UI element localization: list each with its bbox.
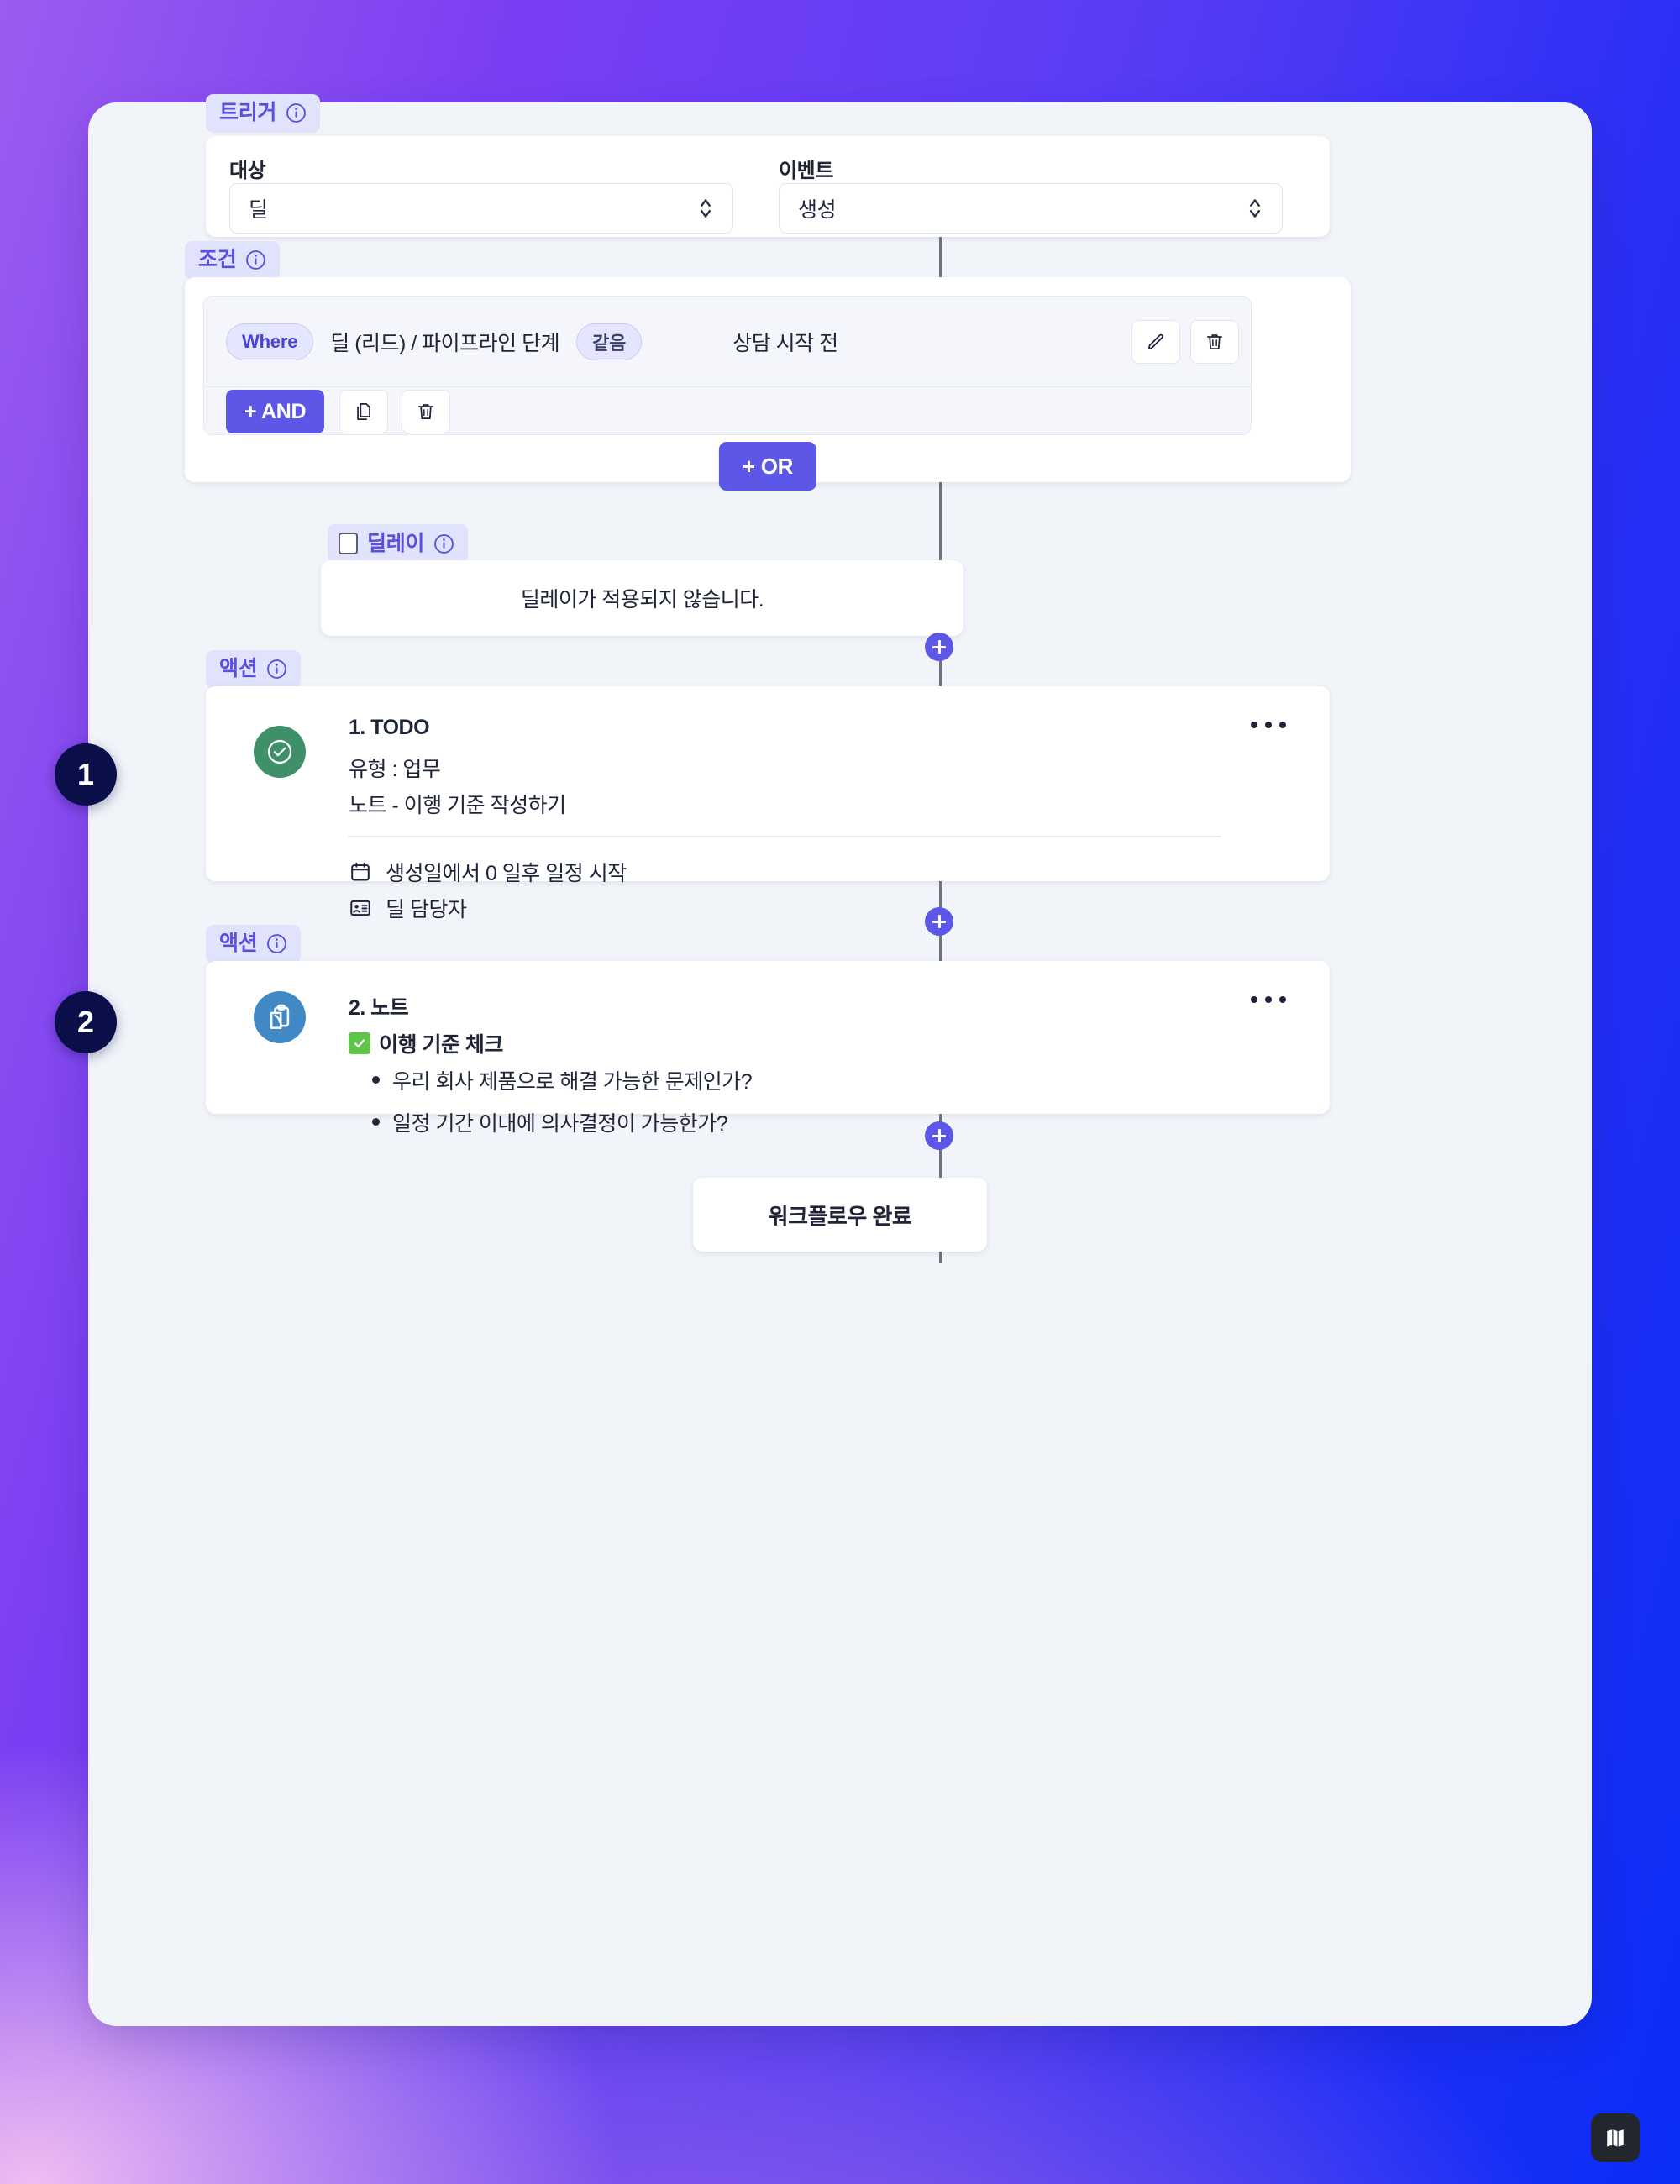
info-icon[interactable] bbox=[266, 933, 287, 954]
action-card-2: 2. 노트 이행 기준 체크 우리 회사 제품으로 해결 가능한 문제인가? 일… bbox=[206, 961, 1330, 1136]
pencil-icon bbox=[1148, 333, 1163, 349]
action-2-title: 2. 노트 bbox=[349, 996, 409, 1020]
delay-checkbox[interactable] bbox=[339, 533, 358, 554]
add-step-button-1[interactable] bbox=[925, 633, 953, 661]
section-label-delay: 딜레이 bbox=[328, 524, 469, 564]
check-circle-icon bbox=[254, 726, 306, 778]
event-select[interactable]: 생성 bbox=[779, 183, 1283, 234]
info-icon[interactable] bbox=[433, 533, 454, 554]
clipboard-glyph bbox=[270, 1004, 290, 1029]
condition-group: Where 딜 (리드) / 파이프라인 단계 같음 상담 시작 전 + AND bbox=[203, 296, 1252, 435]
info-icon[interactable] bbox=[286, 102, 307, 123]
condition-row: Where 딜 (리드) / 파이프라인 단계 같음 상담 시작 전 bbox=[204, 297, 1251, 387]
info-icon[interactable] bbox=[245, 249, 266, 270]
action-1-meta-owner: 딜 담당자 bbox=[349, 893, 467, 923]
action-1-note-line: 노트 - 이행 기준 작성하기 bbox=[349, 794, 566, 817]
copy-icon bbox=[357, 403, 371, 420]
more-dot bbox=[1251, 722, 1257, 728]
delay-message-card: 딜레이가 적용되지 않습니다. bbox=[321, 560, 963, 636]
trash-icon bbox=[418, 404, 434, 419]
section-label-condition: 조건 bbox=[185, 241, 281, 280]
section-label-action-1: 액션 bbox=[206, 650, 302, 689]
add-and-button[interactable]: + AND bbox=[226, 390, 325, 433]
more-dot bbox=[1265, 722, 1272, 728]
copy-group-button[interactable] bbox=[339, 390, 389, 433]
action-2-note-heading: 이행 기준 체크 bbox=[349, 1028, 503, 1058]
action-1-type-line: 유형 : 업무 bbox=[349, 758, 441, 781]
book-widget-button[interactable] bbox=[1591, 2113, 1640, 2162]
calendar-icon bbox=[351, 862, 370, 881]
action-1-divider bbox=[349, 836, 1221, 837]
action-1-meta-owner-text: 딜 담당자 bbox=[386, 898, 467, 921]
chevron-updown-icon bbox=[700, 199, 711, 218]
info-icon[interactable] bbox=[266, 659, 287, 680]
clipboard-icon bbox=[254, 991, 306, 1043]
workflow-complete-label: 워크플로우 완료 bbox=[768, 1203, 912, 1229]
action-2-menu-button[interactable] bbox=[1251, 996, 1286, 1003]
section-label-trigger: 트리거 bbox=[206, 94, 321, 133]
condition-value-text: 상담 시작 전 bbox=[732, 332, 838, 355]
white-check-mark-icon bbox=[349, 1032, 370, 1054]
more-dot bbox=[1279, 722, 1286, 728]
where-chip: Where bbox=[226, 323, 314, 360]
check-circle-glyph bbox=[267, 739, 292, 764]
action-2-note-heading-text: 이행 기준 체크 bbox=[379, 1033, 503, 1057]
event-select-value: 생성 bbox=[798, 198, 837, 222]
trigger-card: 대상 딜 이벤트 생성 bbox=[206, 136, 1330, 237]
action-1-menu-button[interactable] bbox=[1251, 722, 1286, 728]
target-select-value: 딜 bbox=[249, 198, 268, 222]
more-dot bbox=[1251, 996, 1257, 1003]
action-1-meta-schedule-text: 생성일에서 0 일후 일정 시작 bbox=[386, 862, 627, 885]
action-1-title: 1. TODO bbox=[349, 716, 430, 739]
add-or-button[interactable]: + OR bbox=[718, 442, 817, 491]
trash-icon bbox=[1207, 334, 1222, 349]
more-dot bbox=[1279, 996, 1286, 1003]
more-dot bbox=[1265, 996, 1272, 1003]
delete-condition-button[interactable] bbox=[1190, 320, 1239, 364]
step-badge-2: 2 bbox=[55, 991, 117, 1053]
delay-message-text: 딜레이가 적용되지 않습니다. bbox=[520, 588, 764, 612]
chevron-updown-icon bbox=[1250, 199, 1261, 218]
add-step-button-2[interactable] bbox=[925, 907, 953, 936]
list-item: 우리 회사 제품으로 해결 가능한 문제인가? bbox=[367, 1065, 753, 1095]
condition-field-text: 딜 (리드) / 파이프라인 단계 bbox=[330, 332, 560, 355]
condition-label-text: 조건 bbox=[198, 248, 237, 271]
action-1-label-text: 액션 bbox=[219, 657, 258, 680]
operator-chip: 같음 bbox=[576, 323, 643, 360]
delete-group-button[interactable] bbox=[402, 390, 451, 433]
delay-label-text: 딜레이 bbox=[367, 531, 425, 555]
condition-group-actions: + AND bbox=[204, 387, 1251, 434]
event-field-label: 이벤트 bbox=[779, 160, 834, 182]
edit-condition-button[interactable] bbox=[1131, 320, 1180, 364]
step-badge-1: 1 bbox=[55, 743, 117, 806]
action-2-label-text: 액션 bbox=[219, 932, 258, 955]
action-card-1: 1. TODO 유형 : 업무 노트 - 이행 기준 작성하기 생성일에서 0 … bbox=[206, 686, 1330, 921]
add-step-button-3[interactable] bbox=[925, 1121, 953, 1150]
list-item: 일정 기간 이내에 의사결정이 가능한가? bbox=[367, 1107, 752, 1137]
trigger-label-text: 트리거 bbox=[219, 101, 277, 124]
target-field-label: 대상 bbox=[229, 160, 266, 182]
condition-card: Where 딜 (리드) / 파이프라인 단계 같음 상담 시작 전 + AND… bbox=[185, 277, 1351, 491]
action-2-note-list: 우리 회사 제품으로 해결 가능한 문제인가? 일정 기간 이내에 의사결정이 … bbox=[367, 1065, 753, 1149]
contact-card-icon bbox=[350, 900, 370, 916]
section-label-action-2: 액션 bbox=[206, 925, 302, 963]
check-glyph bbox=[354, 1039, 365, 1048]
workflow-complete-card: 워크플로우 완료 bbox=[693, 1178, 987, 1252]
book-icon bbox=[1607, 2129, 1624, 2147]
target-select[interactable]: 딜 bbox=[229, 183, 733, 234]
workflow-panel: 트리거 대상 딜 이벤트 생성 조건 Where 딜 (리드) / 파이프라인 … bbox=[55, 94, 1592, 2026]
action-1-meta-schedule: 생성일에서 0 일후 일정 시작 bbox=[349, 857, 627, 887]
